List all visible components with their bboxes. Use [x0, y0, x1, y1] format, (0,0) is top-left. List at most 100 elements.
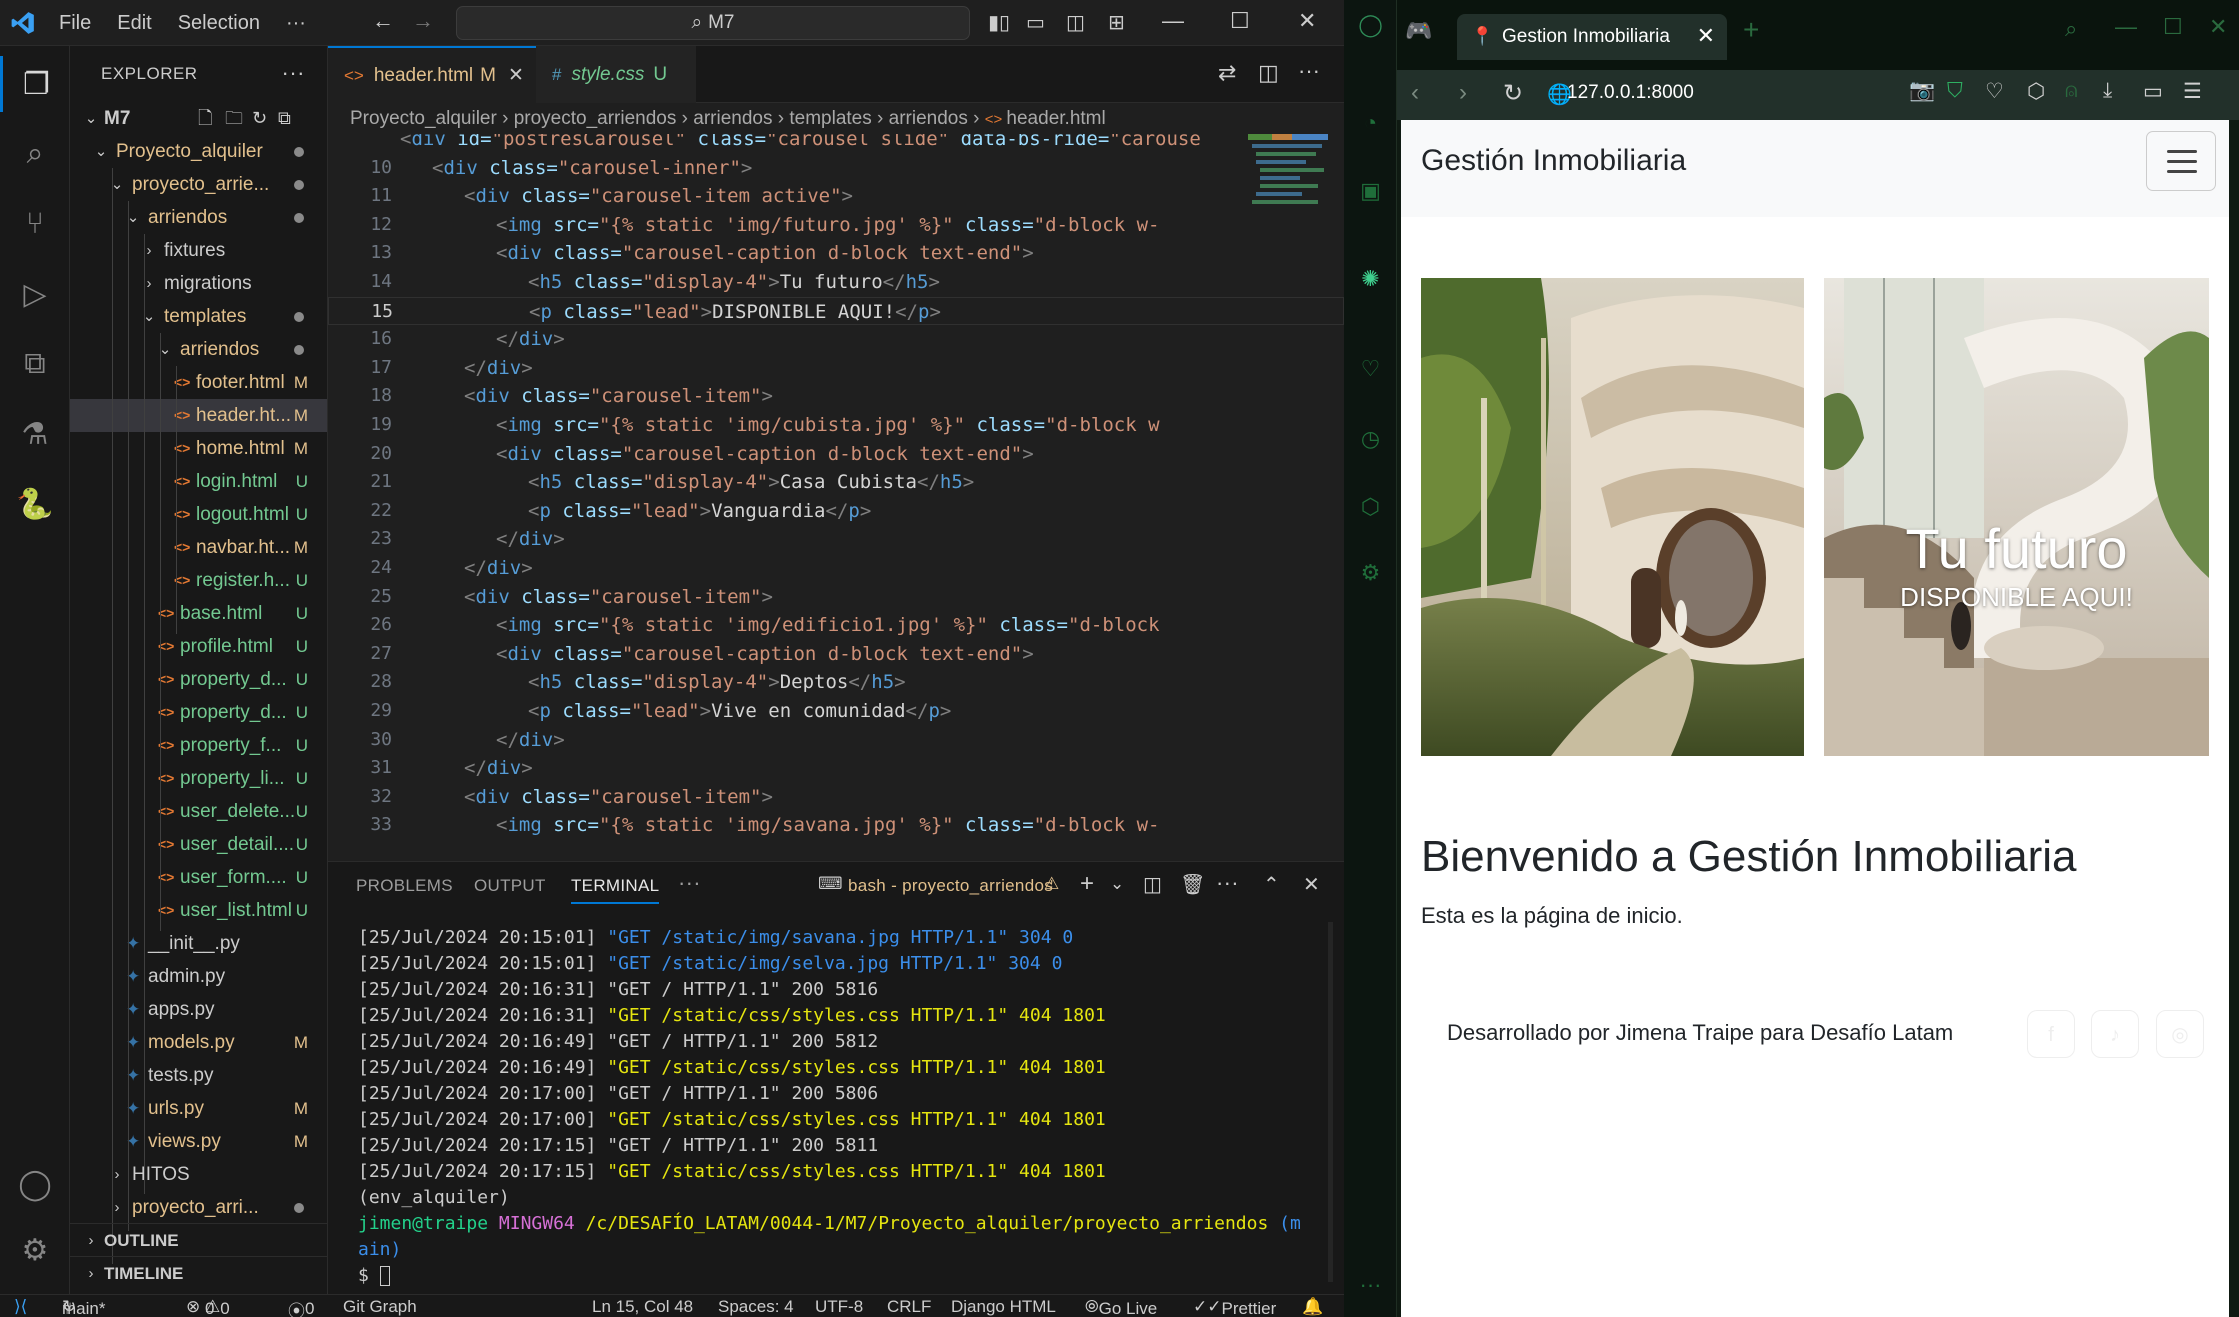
tree-item[interactable]: › migrations — [70, 267, 327, 300]
minimize-icon[interactable]: — — [2115, 14, 2137, 40]
tree-item[interactable]: <> profile.html U — [70, 630, 327, 663]
tree-item[interactable]: <> register.h... U — [70, 564, 327, 597]
terminal-more-icon[interactable]: ··· — [1216, 870, 1239, 896]
code-line[interactable]: 16 </div> — [328, 325, 1344, 354]
language-mode[interactable]: Django HTML — [951, 1297, 1056, 1317]
menu-file[interactable]: File — [46, 0, 104, 46]
tree-item[interactable]: ⌄ arriendos — [70, 333, 327, 366]
split-editor-icon[interactable]: ◫ — [1258, 60, 1279, 86]
tree-item[interactable]: ✦ urls.py M — [70, 1092, 327, 1125]
source-control-icon[interactable]: ⑂ — [0, 196, 70, 252]
gamepad-icon[interactable]: 🎮 — [1405, 18, 1432, 44]
code-line[interactable]: 20 <div class="carousel-caption d-block t… — [328, 440, 1344, 469]
panel-more-icon[interactable]: ··· — [678, 870, 701, 896]
code-line[interactable]: 29 <p class="lead">Vive en comunidad</p> — [328, 697, 1344, 726]
tree-item[interactable]: <> property_d... U — [70, 663, 327, 696]
chatgpt-icon[interactable]: ✺ — [1344, 266, 1397, 292]
code-line[interactable]: 26 <img src="{% static 'img/edificio1.jpg… — [328, 611, 1344, 640]
back-icon[interactable]: ‹ — [1411, 79, 1419, 107]
code-line[interactable]: 28 <h5 class="display-4">Deptos</h5> — [328, 668, 1344, 697]
battery-icon[interactable]: ▭ — [2143, 79, 2163, 104]
settings-gear-icon[interactable]: ⚙ — [1344, 560, 1397, 586]
maximize-panel-icon[interactable]: ⌃ — [1263, 872, 1280, 897]
workspaces-icon[interactable]: ▣ — [1344, 178, 1397, 204]
code-editor[interactable]: <div id="postresCarousel" class="carouse… — [328, 134, 1344, 861]
tree-item[interactable]: ✦ views.py M — [70, 1125, 327, 1158]
tab-terminal[interactable]: TERMINAL — [571, 876, 660, 904]
tree-item[interactable]: › fixtures — [70, 234, 327, 267]
code-line[interactable]: <div id="postresCarousel" class="carouse… — [328, 134, 1344, 154]
tree-item[interactable]: ✦ admin.py — [70, 960, 327, 993]
maximize-icon[interactable]: ☐ — [1230, 8, 1250, 34]
tree-item[interactable]: › proyecto_arri... — [70, 1191, 327, 1224]
opera-logo-icon[interactable]: ◯ — [1344, 12, 1397, 38]
go-live-button[interactable]: ⦾ Go Live — [1085, 1297, 1157, 1317]
prettier-button[interactable]: ✓✓ Prettier — [1193, 1297, 1276, 1317]
tree-item[interactable]: ✦ models.py M — [70, 1026, 327, 1059]
run-debug-icon[interactable]: ▷ — [0, 266, 70, 322]
favorites-heart-icon[interactable]: ♡ — [1344, 356, 1397, 382]
extensions-cube-icon[interactable]: ⬡ — [1344, 494, 1397, 520]
code-line[interactable]: 15 <p class="lead">DISPONIBLE AQUI!</p> — [328, 296, 1344, 326]
cursor-position[interactable]: Ln 15, Col 48 — [592, 1297, 693, 1317]
tree-item[interactable]: <> header.ht... M — [70, 399, 327, 432]
account-icon[interactable]: ◯ — [0, 1156, 70, 1212]
breadcrumb-item[interactable]: proyecto_arriendos — [514, 108, 677, 129]
code-line[interactable]: 22 <p class="lead">Vanguardia</p> — [328, 497, 1344, 526]
explorer-more-icon[interactable]: ··· — [282, 60, 305, 86]
refresh-icon[interactable]: ↻ — [252, 102, 267, 135]
browser-tab[interactable]: 📍 Gestion Inmobiliaria ✕ — [1457, 14, 1727, 60]
tree-item[interactable]: <> property_f... U — [70, 729, 327, 762]
close-icon[interactable]: ✕ — [1298, 8, 1316, 34]
code-line[interactable]: 24 </div> — [328, 554, 1344, 583]
tree-item[interactable]: <> user_detail.... U — [70, 828, 327, 861]
terminal-scrollbar[interactable] — [1328, 922, 1333, 1282]
forward-arrow-icon[interactable]: → — [412, 8, 434, 34]
speed-dial-icon[interactable]: ◔ — [1344, 110, 1397, 136]
tree-item[interactable]: <> user_list.html U — [70, 894, 327, 927]
menu-more[interactable]: ··· — [273, 0, 319, 46]
close-icon[interactable]: ✕ — [2209, 14, 2227, 40]
code-line[interactable]: 13 <div class="carousel-caption d-block t… — [328, 239, 1344, 268]
new-folder-icon[interactable]: 🗀 — [225, 102, 243, 135]
download-icon[interactable]: ⤓ — [2103, 79, 2112, 103]
code-line[interactable]: 30 </div> — [328, 726, 1344, 755]
new-tab-icon[interactable]: + — [1743, 14, 1759, 46]
code-line[interactable]: 19 <img src="{% static 'img/cubista.jpg' … — [328, 411, 1344, 440]
breadcrumb-item[interactable]: arriendos — [693, 108, 772, 129]
tree-item[interactable]: <> user_delete... U — [70, 795, 327, 828]
code-line[interactable]: 27 <div class="carousel-caption d-block t… — [328, 640, 1344, 669]
instagram-icon[interactable]: ◎ — [2156, 1010, 2204, 1058]
minimize-icon[interactable]: — — [1162, 8, 1184, 34]
tree-item[interactable]: ⌄ templates — [70, 300, 327, 333]
forward-icon[interactable]: › — [1459, 79, 1467, 107]
menu-selection[interactable]: Selection — [165, 0, 273, 46]
code-line[interactable]: 12 <img src="{% static 'img/futuro.jpg' %… — [328, 211, 1344, 240]
navbar-brand[interactable]: Gestión Inmobiliaria — [1421, 144, 1686, 178]
tiktok-icon[interactable]: ♪ — [2091, 1010, 2139, 1058]
toggle-sidebar-icon[interactable]: ▮▯ — [988, 10, 1010, 35]
tree-item[interactable]: <> logout.html U — [70, 498, 327, 531]
breadcrumb-item[interactable]: arriendos — [889, 108, 968, 129]
chevron-down-icon[interactable]: ⌄ — [1110, 874, 1125, 894]
search-icon[interactable]: ⌕ — [0, 126, 70, 182]
split-terminal-icon[interactable]: ◫ — [1143, 872, 1162, 897]
code-line[interactable]: 21 <h5 class="display-4">Casa Cubista</h5… — [328, 468, 1344, 497]
code-line[interactable]: 33 <img src="{% static 'img/savana.jpg' %… — [328, 811, 1344, 840]
new-file-icon[interactable]: 🗋 — [198, 102, 212, 135]
editor-more-icon[interactable]: ··· — [1298, 58, 1320, 84]
tree-item[interactable]: <> property_li... U — [70, 762, 327, 795]
collapse-all-icon[interactable]: ⧉ — [278, 102, 291, 135]
git-graph-button[interactable]: Git Graph — [343, 1297, 417, 1317]
breadcrumb-item[interactable]: header.html — [1006, 108, 1105, 129]
terminal-output[interactable]: [25/Jul/2024 20:15:01] "GET /static/img/… — [358, 925, 1301, 1289]
explorer-icon[interactable]: ❐ — [0, 56, 70, 112]
terminal-selector[interactable]: bash - proyecto_arriendos — [848, 876, 1053, 896]
extensions-icon[interactable]: ⧉ — [0, 336, 70, 392]
code-line[interactable]: 10 <div class="carousel-inner"> — [328, 154, 1344, 183]
tree-item[interactable]: › HITOS — [70, 1158, 327, 1191]
navbar-toggler-button[interactable] — [2146, 131, 2216, 191]
easy-setup-icon[interactable]: ☰ — [2183, 79, 2202, 104]
tab-close-icon[interactable]: ✕ — [508, 64, 524, 87]
breadcrumb-item[interactable]: templates — [789, 108, 871, 129]
